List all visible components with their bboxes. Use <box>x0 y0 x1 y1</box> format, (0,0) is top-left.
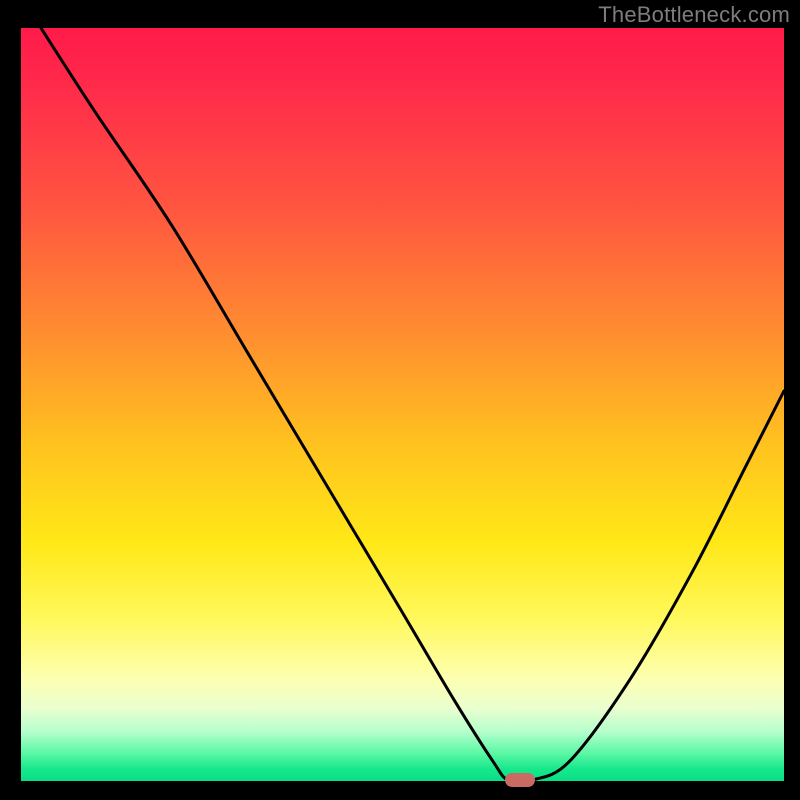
y-axis <box>18 28 21 784</box>
x-axis <box>18 781 784 784</box>
bottleneck-curve-path <box>41 28 784 783</box>
plot-area <box>18 28 784 784</box>
optimum-marker <box>505 773 535 787</box>
watermark-text: TheBottleneck.com <box>598 2 790 28</box>
chart-frame: TheBottleneck.com <box>0 0 800 800</box>
curve-svg <box>18 28 784 784</box>
